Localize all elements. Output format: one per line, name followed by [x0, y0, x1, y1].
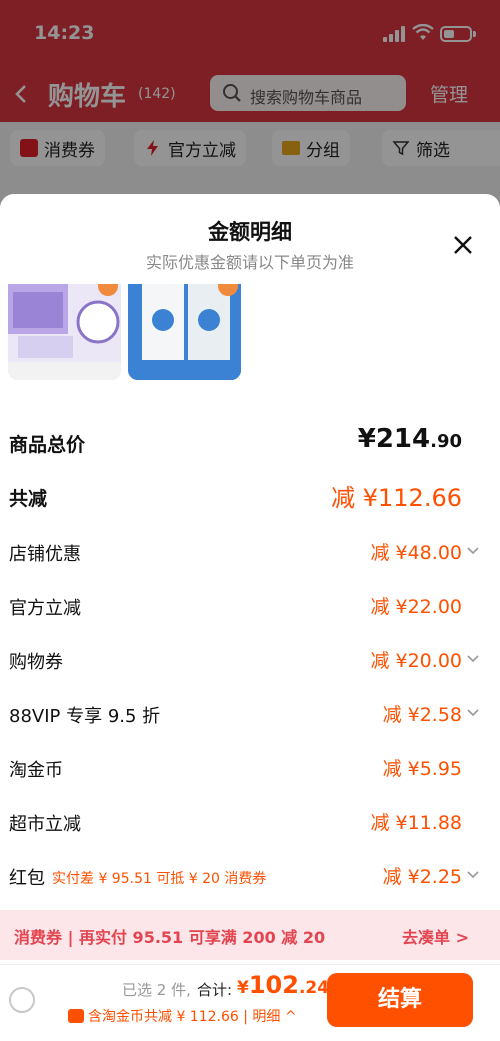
line-value: 减 ¥5.95 [382, 758, 462, 780]
line-red-packet[interactable]: 红包 实付差 ¥ 95.51 可抵 ¥ 20 消费券 减 ¥2.25 [0, 858, 500, 898]
line-label: 红包 [9, 868, 45, 889]
line-label: 商品总价 [9, 434, 86, 456]
checkout-footer: 已选 2 件, 合计: ¥102.24 含淘金币共减 ¥ 112.66 | 明细… [0, 964, 500, 1041]
close-icon[interactable] [450, 232, 476, 258]
line-value: 减 ¥22.00 [370, 596, 462, 618]
chevron-down-icon[interactable] [466, 706, 480, 720]
amount-detail-sheet: 金额明细 实际优惠金额请以下单页为准 商品总价 ¥214.90 共减 减 ¥11… [0, 194, 500, 1041]
line-label: 店铺优惠 [9, 544, 81, 565]
select-all-checkbox[interactable] [9, 987, 35, 1013]
chevron-down-icon[interactable] [466, 652, 480, 666]
checkout-button[interactable]: 结算 [327, 973, 473, 1027]
line-total-price: 商品总价 ¥214.90 [0, 424, 500, 464]
line-supermarket-discount: 超市立减 减 ¥11.88 [0, 804, 500, 844]
chevron-down-icon[interactable] [466, 544, 480, 558]
line-label: 88VIP 专享 9.5 折 [9, 706, 161, 727]
line-label: 购物券 [9, 652, 63, 673]
coin-icon [68, 1009, 84, 1023]
product-thumbnail[interactable] [128, 284, 241, 380]
coupon-promo-bar[interactable]: 消费券 | 再实付 95.51 可享满 200 减 20 去凑单 > [0, 910, 500, 960]
line-official-discount: 官方立减 减 ¥22.00 [0, 588, 500, 628]
line-label: 淘金币 [9, 760, 63, 781]
coin-detail-toggle[interactable]: 含淘金币共减 ¥ 112.66 | 明细 ^ [88, 1006, 297, 1026]
line-taojinbi: 淘金币 减 ¥5.95 [0, 750, 500, 790]
product-thumbnail[interactable] [8, 284, 121, 380]
line-shopping-coupon[interactable]: 购物券 减 ¥20.00 [0, 642, 500, 682]
total-discount-value: 减 ¥112.66 [331, 484, 462, 512]
line-value: 减 ¥48.00 [370, 542, 462, 564]
line-store-discount[interactable]: 店铺优惠 减 ¥48.00 [0, 534, 500, 574]
coupon-promo-text: 消费券 | 再实付 95.51 可享满 200 减 20 [14, 928, 326, 947]
line-label: 超市立减 [9, 814, 81, 835]
line-label: 官方立减 [9, 598, 81, 619]
total-price-value: ¥214.90 [357, 424, 462, 454]
sheet-title: 金额明细 [208, 220, 292, 244]
red-packet-note: 实付差 ¥ 95.51 可抵 ¥ 20 消费券 [52, 871, 267, 887]
total-label: 合计: [197, 981, 233, 999]
line-value: 减 ¥11.88 [370, 812, 462, 834]
line-value: 减 ¥20.00 [370, 650, 462, 672]
line-label: 共减 [9, 488, 48, 510]
add-on-link[interactable]: 去凑单 > [402, 924, 469, 948]
selected-count: 已选 2 件, [122, 981, 191, 999]
total-amount: ¥102.24 [237, 971, 330, 999]
sheet-subtitle: 实际优惠金额请以下单页为准 [145, 253, 354, 272]
line-88vip[interactable]: 88VIP 专享 9.5 折 减 ¥2.58 [0, 696, 500, 736]
line-value: 减 ¥2.58 [382, 704, 462, 726]
chevron-down-icon[interactable] [466, 868, 480, 882]
line-value: 减 ¥2.25 [382, 866, 462, 888]
line-total-discount: 共减 减 ¥112.66 [0, 478, 500, 518]
